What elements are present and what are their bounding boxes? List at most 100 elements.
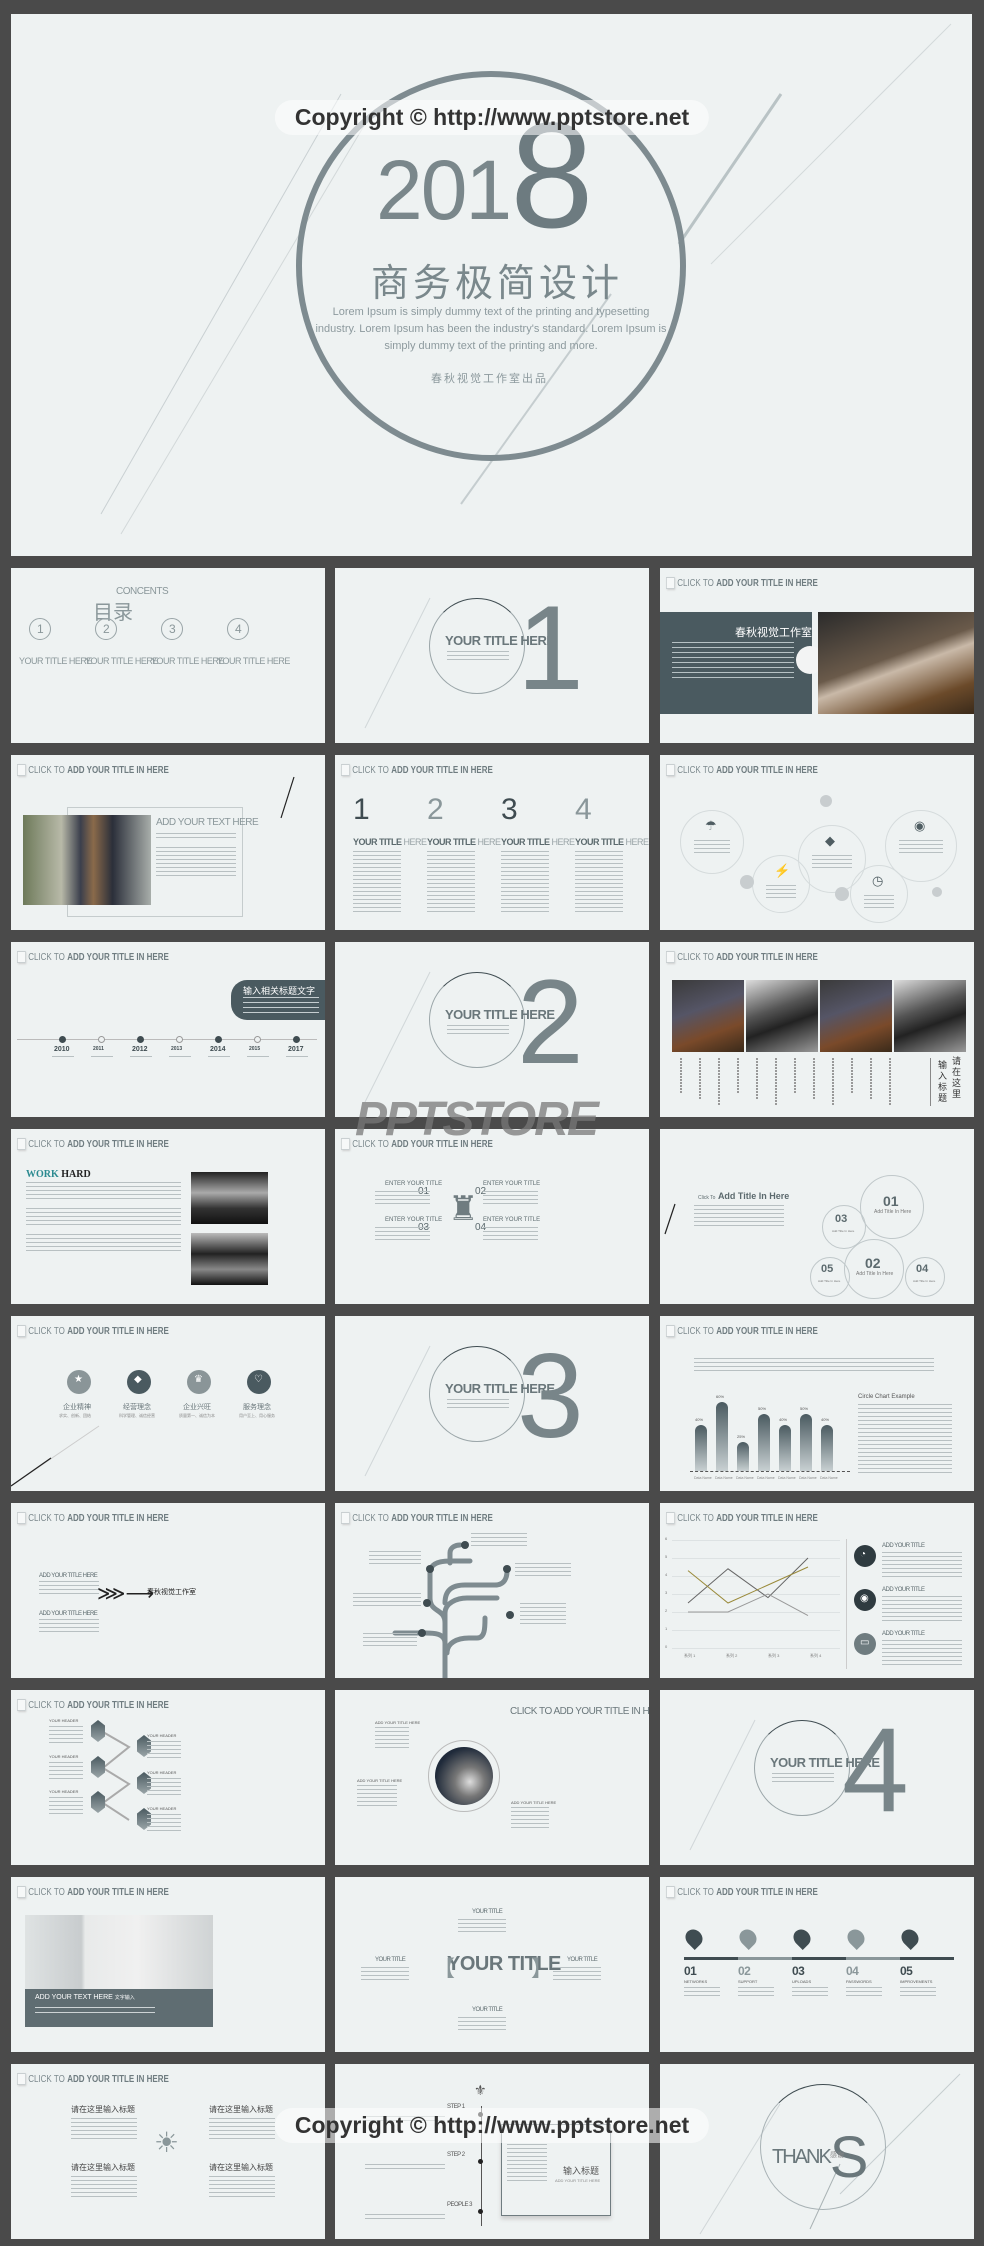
header-click-to: CLICK TO [677,1325,714,1337]
arrow-cn: 春秋视觉工作室 [147,1588,196,1596]
slide-thumbnail-14[interactable]: CLICK TO ADD YOUR TITLE IN HERE ★ 企业精神 求实、创新… [11,1316,325,1491]
slide-header[interactable]: CLICK TO ADD YOUR TITLE IN HERE [17,1512,169,1524]
body-text-lines [694,840,730,854]
body-text-lines [792,1987,828,1997]
slide-thumbnail-10[interactable]: CLICK TO ADD YOUR TITLE IN HERE 请在这里 输入标题 [660,942,974,1117]
body-text-lines [357,1785,397,1809]
slide-thumbnail-25[interactable]: CLICK TO ADD YOUR TITLE IN HERE 01 NETWORKS… [660,1877,974,2052]
slide-header[interactable]: CLICK TO ADD YOUR TITLE IN HERE [666,1325,818,1337]
hex-label: YOUR HEADER [49,1789,79,1794]
timeline-dot [293,1036,300,1043]
body-text-lines [375,1227,430,1241]
click-to-label: Click To [698,1195,716,1201]
body-text-lines [71,2118,137,2140]
header-click-to: CLICK TO [28,1138,65,1150]
hex-label: YOUR HEADER [147,1770,177,1775]
slide-thumbnail-18[interactable]: CLICK TO ADD YOUR TITLE IN HERE [335,1503,649,1678]
body-text-lines [361,1967,409,1981]
numbered-title-light: HERE [403,837,428,847]
slide-thumbnail-22[interactable]: YOUR TITLE HERE 4 [660,1690,974,1865]
umbrella-icon: ☂ [705,818,717,833]
feature-title: ADD YOUR TITLE [882,1587,925,1593]
checkbox-icon [666,1325,675,1337]
slide-thumbnail-20[interactable]: CLICK TO ADD YOUR TITLE IN HERE YOUR HEADE… [11,1690,325,1865]
business-photo [894,980,966,1052]
slide-thumbnail-27[interactable]: ⚜ STEP 1 STEP 2 PEOPLE 3 输入标题 ADD YOUR TITLE … [335,2064,649,2239]
decor-dot [820,795,832,807]
body-text-lines [882,1640,962,1666]
header-add-title: ADD YOUR TITLE IN HERE [716,951,818,963]
numbered-title: YOUR TITLE HERE [353,837,427,847]
slide-thumbnail-13[interactable]: Click To Add Title In Here 01 Add Title In… [660,1129,974,1304]
slide-thumbnail-19[interactable]: CLICK TO ADD YOUR TITLE IN HERE 0 1 2 3 4 5 6 系列 … [660,1503,974,1678]
baseline [690,1471,850,1472]
slide-header[interactable]: CLICK TO ADD YOUR TITLE IN HERE [17,1886,169,1898]
cover-slide[interactable]: 2018 商务极简设计 Lorem Ipsum is simply dummy … [11,14,972,556]
laptop-photo [435,1747,493,1805]
arrow-title: ADD YOUR TITLE HERE [39,1573,98,1579]
slide-thumbnail-28[interactable]: THANKS 感谢 [660,2064,974,2239]
checkbox-icon [666,1886,675,1898]
around-title: YOUR TITLE [375,1957,406,1963]
slide-thumbnail-16[interactable]: CLICK TO ADD YOUR TITLE IN HERE 40% Data Na… [660,1316,974,1491]
checkbox-icon [17,951,26,963]
vertical-text-column [737,1058,739,1094]
slide-thumbnail-15[interactable]: YOUR TITLE HERE 3 [335,1316,649,1491]
item-title: YOUR TITLE HERE [217,656,290,666]
slide-header[interactable]: CLICK TO ADD YOUR TITLE IN HERE [666,764,818,776]
vertical-text-column [699,1058,701,1100]
slide-thumbnail-24[interactable]: YOUR TITLE 【 】 YOUR TITLE YOUR TITLE YOUR TIT… [335,1877,649,2052]
slide-header[interactable]: CLICK TO ADD YOUR TITLE IN HERE [17,2073,169,2085]
cover-lorem: Lorem Ipsum is simply dummy text of the … [291,304,691,355]
slide-thumbnail-11[interactable]: CLICK TO ADD YOUR TITLE IN HERE WORK HARD [11,1129,325,1304]
slide-thumbnail-4[interactable]: CLICK TO ADD YOUR TITLE IN HERE 春秋视觉工作室 [660,568,974,743]
bar [695,1425,707,1471]
timeline-year: 2013 [171,1046,183,1052]
slide-header[interactable]: CLICK TO ADD YOUR TITLE IN HERE [17,951,169,963]
slide-thumbnail-8[interactable]: CLICK TO ADD YOUR TITLE IN HERE 输入相关标题文字 20… [11,942,325,1117]
header-click-to: CLICK TO [677,951,714,963]
body-text-lines [375,1191,430,1205]
bar [737,1442,749,1471]
hex-label: YOUR HEADER [49,1754,79,1759]
office-photo [191,1172,268,1224]
header-click-to: CLICK TO [677,764,714,776]
slide-thumbnail-5[interactable]: CLICK TO ADD YOUR TITLE IN HERE ADD YOUR T… [11,755,325,930]
slide-thumbnail-26[interactable]: CLICK TO ADD YOUR TITLE IN HERE ☀ 请在这里输入标题请… [11,2064,325,2239]
pin-icon [681,1925,707,1951]
section-number: 3 [517,1329,584,1463]
body-text-lines [52,1056,74,1060]
slide-thumbnail-3[interactable]: YOUR TITLE HERE 1 [335,568,649,743]
pin-icon [789,1925,815,1951]
slide-header[interactable]: CLICK TO ADD YOUR TITLE IN HERE [666,577,818,589]
slide-thumbnail-23[interactable]: CLICK TO ADD YOUR TITLE IN HERE ADD YOUR T… [11,1877,325,2052]
slide-header[interactable]: CLICK TO ADD YOUR TITLE IN HERE [666,951,818,963]
step-label: IMPROVEMENTS [900,1979,933,1984]
body-text-lines [694,1358,934,1374]
body-text-lines [772,1773,834,1785]
slide-header[interactable]: CLICK TO ADD YOUR TITLE IN HERE [17,1138,169,1150]
slide-thumbnail-17[interactable]: CLICK TO ADD YOUR TITLE IN HERE ADD YOUR T… [11,1503,325,1678]
slide-header[interactable]: CLICK TO ADD YOUR TITLE IN HERE [666,1886,818,1898]
series-line [687,1557,809,1604]
header-click-to: CLICK TO [677,577,714,589]
bubble-title: 输入相关标题文字 [243,986,316,996]
numbered-title-light: HERE [477,837,502,847]
slide-thumbnail-21[interactable]: CLICK TO ADD YOUR TITLE IN HERE ADD YOUR … [335,1690,649,1865]
slide-header[interactable]: CLICK TO ADD YOUR TITLE IN HERE [341,764,493,776]
decor-slash [280,776,295,819]
hard-word: HARD [61,1169,91,1180]
slide-thumbnail-12[interactable]: CLICK TO ADD YOUR TITLE IN HERE ENTER YOUR… [335,1129,649,1304]
copyright-watermark-top: Copyright © http://www.pptstore.net [274,100,710,135]
coffee-photo [818,612,974,714]
slide-thumbnail-6[interactable]: CLICK TO ADD YOUR TITLE IN HERE 1 YOUR TITL… [335,755,649,930]
slide-thumbnail-7[interactable]: CLICK TO ADD YOUR TITLE IN HERE ☂ ⚡ ◆ ◷ ◉ [660,755,974,930]
slide-thumbnail-2[interactable]: CONCENTS 目录 1 YOUR TITLE HERE 2 YOUR TITLE HE… [11,568,325,743]
slide-thumbnail-9[interactable]: YOUR TITLE HERE 2 [335,942,649,1117]
checkbox-icon [666,577,675,589]
body-text-lines [208,1056,230,1060]
vertical-text-column [775,1058,777,1106]
body-text-lines [858,1404,952,1474]
body-text-lines [812,855,852,869]
numbered-title: YOUR TITLE HERE [501,837,575,847]
